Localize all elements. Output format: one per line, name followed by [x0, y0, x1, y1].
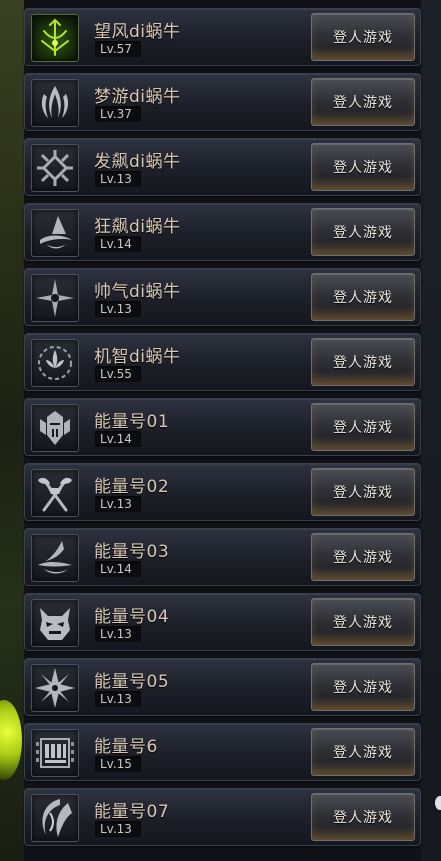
enter-game-button[interactable]: 登人游戏	[311, 78, 415, 126]
crossed-axes-emblem-icon	[31, 469, 79, 517]
knight-helm-emblem-icon	[31, 404, 79, 452]
character-name: 发飙di蜗牛	[94, 152, 181, 172]
character-level: Lv.13	[95, 821, 141, 837]
character-list: 望风di蜗牛 Lv.57 登人游戏 梦游di蜗牛 Lv.37 登人游戏 发飙di…	[24, 8, 421, 853]
character-name: 能量号02	[94, 477, 170, 497]
character-level: Lv.57	[95, 41, 141, 57]
character-level: Lv.13	[95, 171, 141, 187]
flame-wing-emblem-icon	[31, 79, 79, 127]
star-cross-emblem-icon	[31, 274, 79, 322]
character-row[interactable]: 望风di蜗牛 Lv.57 登人游戏	[24, 8, 421, 66]
character-name: 能量号01	[94, 412, 170, 432]
character-level: Lv.13	[95, 301, 141, 317]
character-name: 梦游di蜗牛	[94, 87, 181, 107]
character-level: Lv.55	[95, 366, 141, 382]
character-level: Lv.15	[95, 756, 141, 772]
background-right-edge	[421, 0, 441, 861]
character-row[interactable]: 能量号07 Lv.13 登人游戏	[24, 788, 421, 846]
character-name: 机智di蜗牛	[94, 347, 181, 367]
character-name: 能量号03	[94, 542, 170, 562]
enter-game-button[interactable]: 登人游戏	[311, 663, 415, 711]
character-row[interactable]: 狂飙di蜗牛 Lv.14 登人游戏	[24, 203, 421, 261]
character-row[interactable]: 机智di蜗牛 Lv.55 登人游戏	[24, 333, 421, 391]
character-name: 能量号07	[94, 802, 170, 822]
mechanical-grid-emblem-icon	[31, 729, 79, 777]
demon-mask-emblem-icon	[31, 599, 79, 647]
flower-ring-emblem-icon	[31, 339, 79, 387]
character-level: Lv.14	[95, 561, 141, 577]
enter-game-button[interactable]: 登人游戏	[311, 598, 415, 646]
background-white-dot	[435, 796, 441, 810]
character-row[interactable]: 能量号6 Lv.15 登人游戏	[24, 723, 421, 781]
enter-game-button[interactable]: 登人游戏	[311, 208, 415, 256]
character-name: 能量号04	[94, 607, 170, 627]
enter-game-button[interactable]: 登人游戏	[311, 728, 415, 776]
character-row[interactable]: 能量号03 Lv.14 登人游戏	[24, 528, 421, 586]
character-level: Lv.14	[95, 236, 141, 252]
green-crossbow-emblem-icon	[31, 14, 79, 62]
character-name: 能量号6	[94, 737, 158, 757]
knot-emblem-icon	[31, 144, 79, 192]
wave-wing-emblem-icon	[31, 534, 79, 582]
character-row[interactable]: 能量号01 Lv.14 登人游戏	[24, 398, 421, 456]
witch-hat-emblem-icon	[31, 209, 79, 257]
character-name: 狂飙di蜗牛	[94, 217, 181, 237]
enter-game-button[interactable]: 登人游戏	[311, 338, 415, 386]
enter-game-button[interactable]: 登人游戏	[311, 403, 415, 451]
enter-game-button[interactable]: 登人游戏	[311, 468, 415, 516]
character-level: Lv.13	[95, 496, 141, 512]
enter-game-button[interactable]: 登人游戏	[311, 533, 415, 581]
character-name: 能量号05	[94, 672, 170, 692]
character-row[interactable]: 帅气di蜗牛 Lv.13 登人游戏	[24, 268, 421, 326]
character-level: Lv.14	[95, 431, 141, 447]
character-row[interactable]: 能量号02 Lv.13 登人游戏	[24, 463, 421, 521]
character-row[interactable]: 能量号05 Lv.13 登人游戏	[24, 658, 421, 716]
enter-game-button[interactable]: 登人游戏	[311, 273, 415, 321]
character-level: Lv.13	[95, 626, 141, 642]
character-row[interactable]: 发飙di蜗牛 Lv.13 登人游戏	[24, 138, 421, 196]
enter-game-button[interactable]: 登人游戏	[311, 793, 415, 841]
enter-game-button[interactable]: 登人游戏	[311, 13, 415, 61]
enter-game-button[interactable]: 登人游戏	[311, 143, 415, 191]
character-name: 帅气di蜗牛	[94, 282, 181, 302]
shuriken-emblem-icon	[31, 664, 79, 712]
character-level: Lv.37	[95, 106, 141, 122]
character-name: 望风di蜗牛	[94, 22, 181, 42]
character-level: Lv.13	[95, 691, 141, 707]
crescent-blade-emblem-icon	[31, 794, 79, 842]
character-row[interactable]: 能量号04 Lv.13 登人游戏	[24, 593, 421, 651]
character-row[interactable]: 梦游di蜗牛 Lv.37 登人游戏	[24, 73, 421, 131]
